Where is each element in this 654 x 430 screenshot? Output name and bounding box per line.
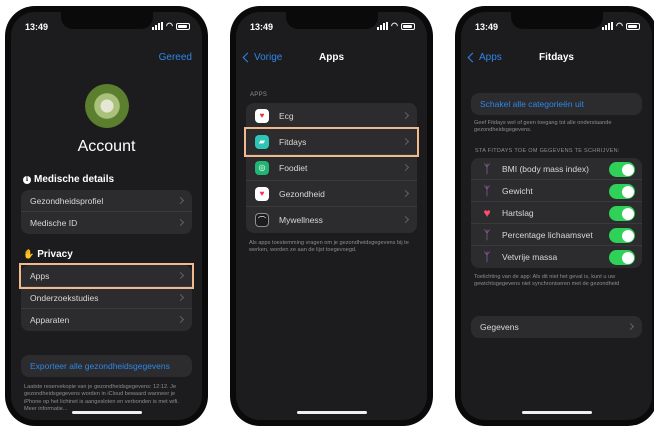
notch (510, 12, 603, 29)
permission-bmi: ᛉ BMI (body mass index) (471, 158, 642, 180)
screen-fitdays: 13:49 ◠ Apps Fitdays Schakel alle catego… (461, 12, 652, 420)
wifi-icon: ◠ (391, 21, 398, 30)
research-studies-item[interactable]: Onderzoekstudies (21, 287, 192, 309)
heart-icon: ♥ (255, 186, 269, 201)
medical-id-item[interactable]: Medische ID (21, 212, 192, 234)
figure-icon: ᛉ (483, 227, 491, 242)
disable-all-categories-button[interactable]: Schakel alle categorieën uit (471, 93, 642, 115)
app-explanation: Toelichting van de app: Als dit niet het… (474, 274, 620, 288)
figure-icon: ᛉ (483, 250, 491, 264)
permission-heartrate: ♥ Hartslag (471, 202, 642, 224)
chevron-right-icon (176, 315, 185, 324)
chevron-right-icon (401, 215, 410, 224)
app-item-gezondheid[interactable]: ♥ Gezondheid (246, 181, 417, 207)
signal-icon (602, 22, 614, 30)
wifi-icon: ◠ (166, 21, 173, 30)
devices-item[interactable]: Apparaten (21, 309, 192, 331)
medical-details-header: i Medische details (23, 174, 114, 185)
chevron-right-icon (176, 218, 185, 227)
page-title: Fitdays (538, 52, 574, 63)
apps-section-header: APPS (250, 92, 268, 98)
signal-icon (152, 22, 164, 30)
heart-icon: ♥ (483, 205, 491, 220)
leanmass-toggle[interactable] (609, 250, 635, 265)
export-health-data-button[interactable]: Exporteer alle gezondheidsgegevens (21, 355, 192, 377)
chevron-right-icon (401, 111, 410, 120)
screen-account: 13:49 ◠ Gereed Account i Medische detail… (11, 12, 202, 420)
avatar[interactable] (84, 84, 129, 128)
ecg-icon: ♥ (255, 108, 269, 123)
backup-footnote: Laatste reservekopie van je gezondheidsg… (24, 384, 179, 412)
status-time: 13:49 (475, 22, 499, 32)
info-icon: i (23, 175, 31, 184)
data-item[interactable]: Gegevens (471, 316, 642, 338)
export-group: Exporteer alle gezondheidsgegevens (21, 355, 192, 377)
hand-icon: ✋ (23, 249, 35, 259)
privacy-group: Apps Onderzoekstudies Apparaten (19, 263, 194, 331)
battery-icon (626, 22, 640, 30)
page-title: Apps (319, 52, 344, 63)
battery-icon (176, 22, 190, 30)
toggle-all-group: Schakel alle categorieën uit (471, 93, 642, 115)
health-profile-item[interactable]: Gezondheidsprofiel (21, 190, 192, 212)
done-button[interactable]: Gereed (159, 52, 192, 63)
app-item-foodiet[interactable]: ◎ Foodiet (246, 155, 417, 181)
notch (285, 12, 378, 29)
page-title: Account (77, 138, 136, 155)
navbar: Gereed (11, 48, 202, 70)
chevron-right-icon (626, 322, 635, 331)
chevron-right-icon (176, 293, 185, 302)
fitdays-icon: ▰ (255, 134, 269, 149)
figure-icon: ᛉ (483, 161, 491, 176)
status-time: 13:49 (250, 22, 274, 32)
apps-list: ♥ Ecg ▰ Fitdays ◎ Foodiet ♥ Gezondheid ⌒ (244, 103, 419, 233)
permission-bodyfat: ᛉ Percentage lichaamsvet (471, 224, 642, 246)
bmi-toggle[interactable] (609, 162, 635, 177)
figure-icon: ᛉ (483, 183, 491, 198)
app-item-ecg[interactable]: ♥ Ecg (246, 103, 417, 129)
data-group: Gegevens (471, 316, 642, 338)
chevron-right-icon (176, 196, 185, 205)
app-item-fitdays[interactable]: ▰ Fitdays (244, 127, 419, 157)
notch (60, 12, 153, 29)
app-item-mywellness[interactable]: ⌒ Mywellness (246, 207, 417, 233)
bodyfat-toggle[interactable] (609, 228, 635, 243)
privacy-header: ✋ Privacy (23, 249, 73, 260)
heartrate-toggle[interactable] (609, 206, 635, 221)
permission-weight: ᛉ Gewicht (471, 180, 642, 202)
phone-account: 13:49 ◠ Gereed Account i Medische detail… (5, 6, 208, 426)
medical-group: Gezondheidsprofiel Medische ID (21, 190, 192, 234)
phone-apps: 13:49 ◠ Vorige Apps APPS ♥ Ecg ▰ Fitdays… (230, 6, 433, 426)
chevron-right-icon (401, 189, 410, 198)
chevron-right-icon (176, 271, 185, 280)
wifi-icon: ◠ (616, 21, 623, 30)
home-indicator[interactable] (296, 411, 367, 414)
write-permissions-header: STA FITDAYS TOE OM GEGEVENS TE SCHRIJVEN… (475, 148, 620, 154)
signal-icon (377, 22, 389, 30)
battery-icon (401, 22, 415, 30)
foodiet-icon: ◎ (255, 160, 269, 175)
home-indicator[interactable] (71, 411, 142, 414)
home-indicator[interactable] (521, 411, 592, 414)
access-description: Geef Fitdays wel of geen toegang tot all… (474, 120, 612, 134)
apps-footnote: Als apps toestemming vragen om je gezond… (249, 240, 409, 254)
chevron-right-icon (401, 163, 410, 172)
navbar: Vorige Apps (236, 48, 427, 70)
status-icons: ◠ (602, 22, 640, 30)
weight-toggle[interactable] (609, 184, 635, 199)
mywellness-icon: ⌒ (255, 213, 269, 227)
status-icons: ◠ (152, 22, 190, 30)
chevron-right-icon (401, 137, 410, 146)
permission-leanmass: ᛉ Vetvrije massa (471, 246, 642, 268)
navbar: Apps Fitdays (461, 48, 652, 70)
status-icons: ◠ (377, 22, 415, 30)
permissions-list: ᛉ BMI (body mass index) ᛉ Gewicht ♥ Hart… (471, 158, 642, 268)
screen-apps: 13:49 ◠ Vorige Apps APPS ♥ Ecg ▰ Fitdays… (236, 12, 427, 420)
status-time: 13:49 (25, 22, 49, 32)
phone-fitdays: 13:49 ◠ Apps Fitdays Schakel alle catego… (455, 6, 654, 426)
apps-item[interactable]: Apps (19, 263, 194, 289)
